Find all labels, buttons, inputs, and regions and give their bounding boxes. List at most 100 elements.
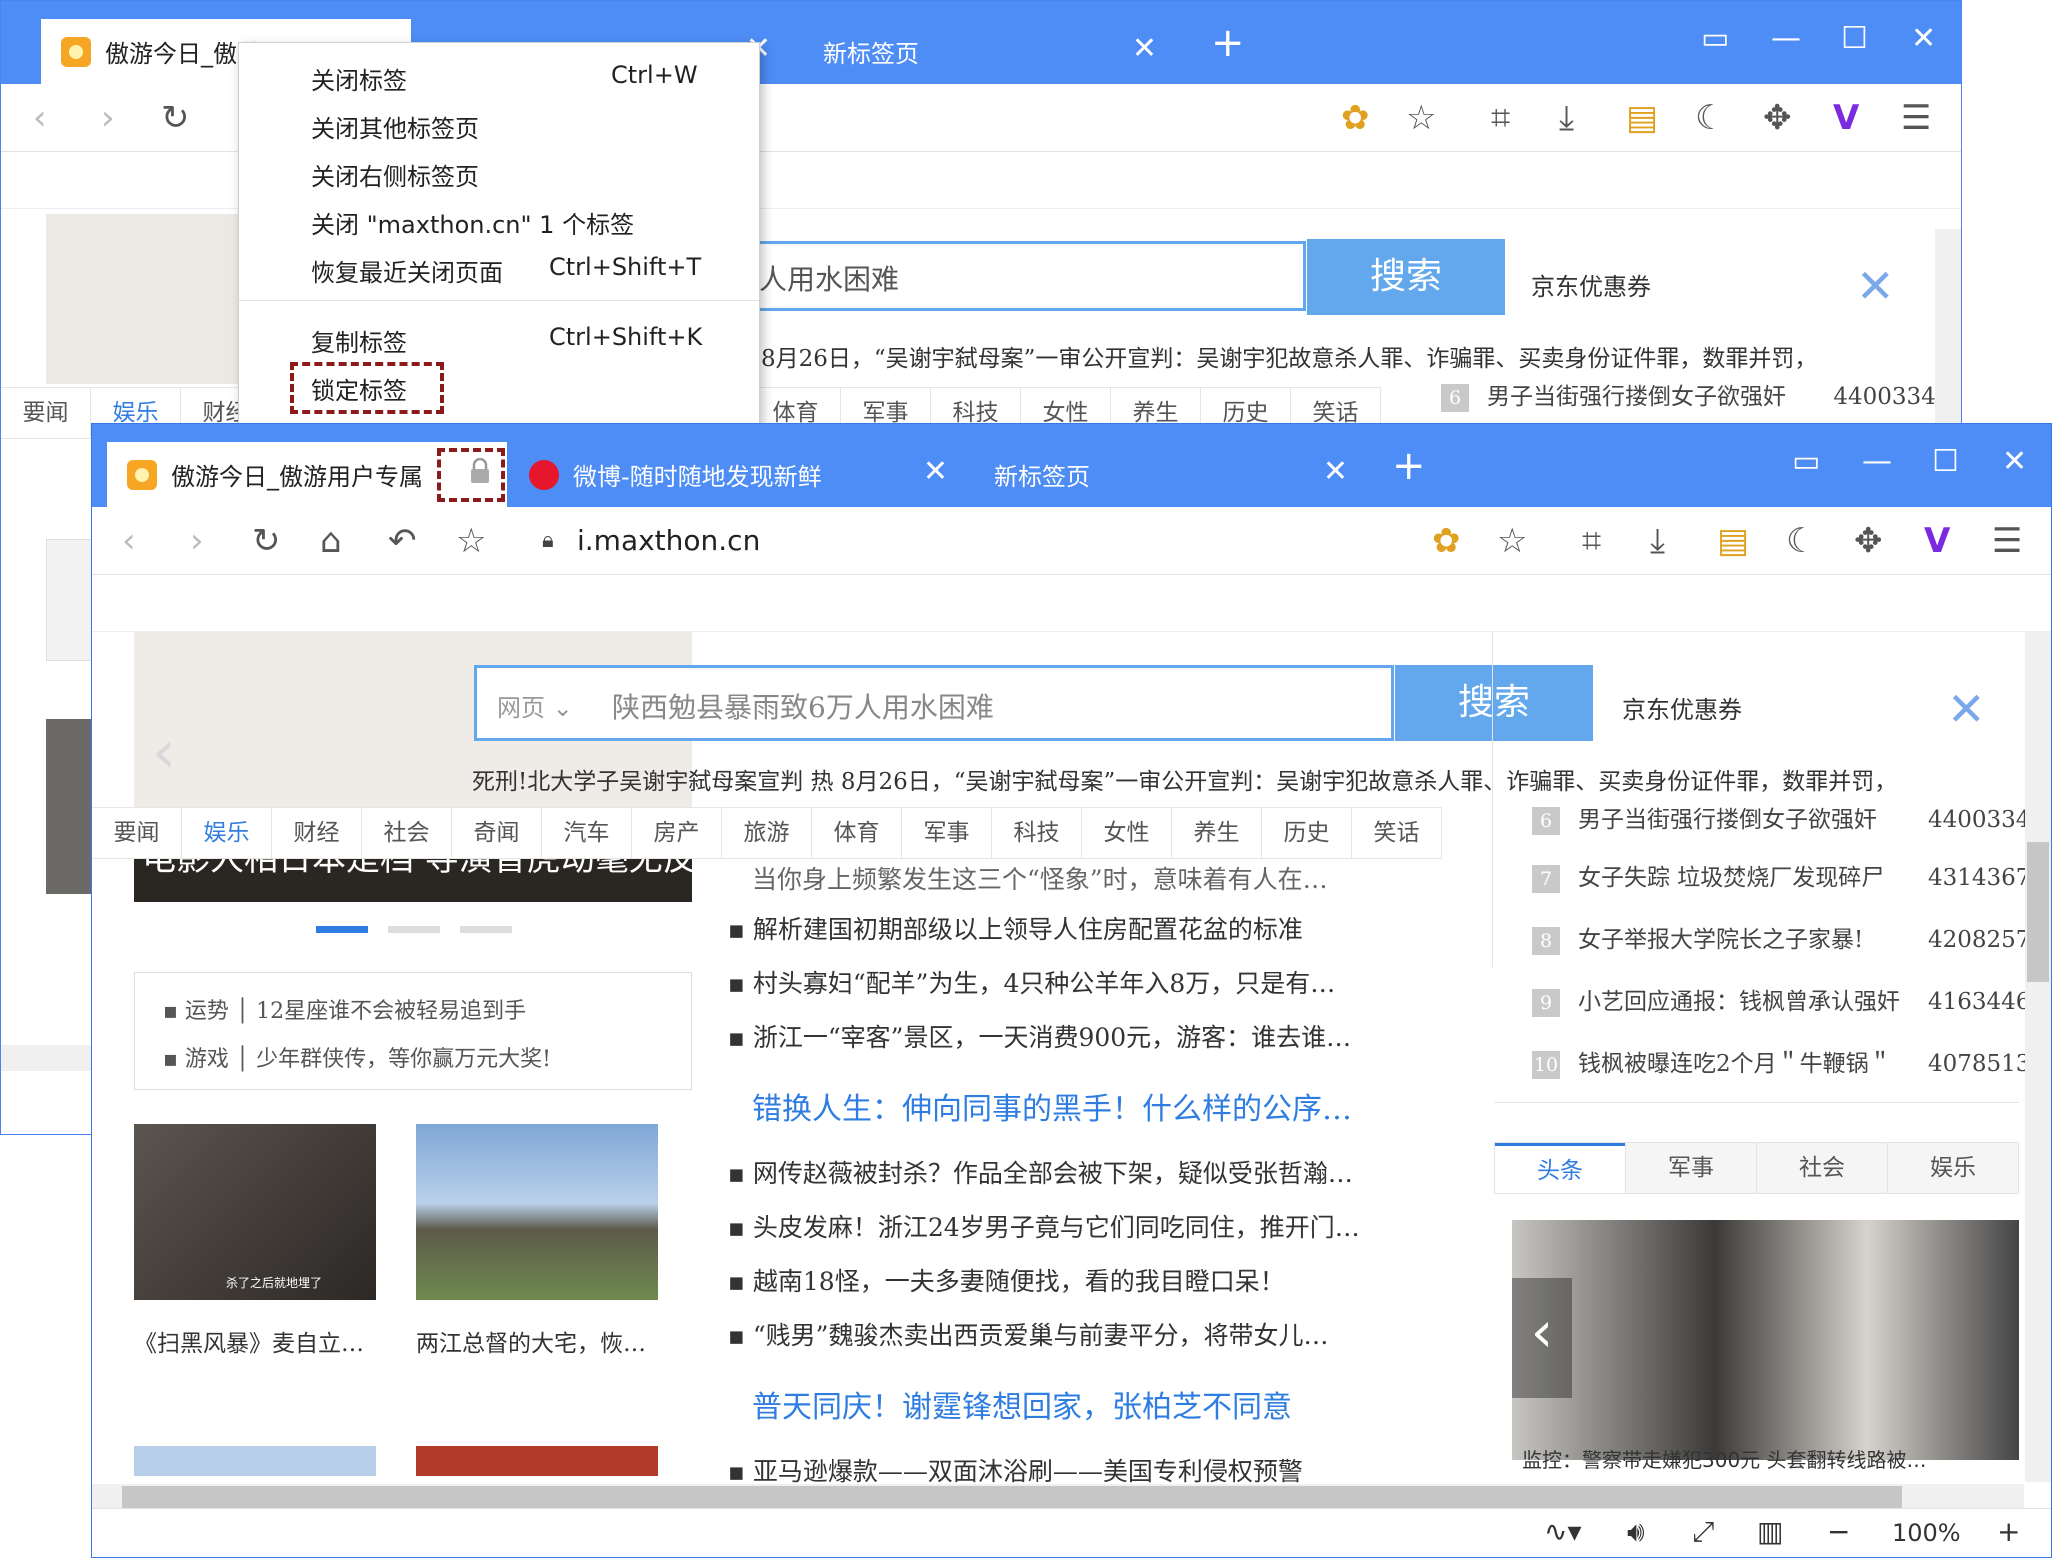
horizontal-scrollbar[interactable] [92,1484,2024,1510]
horizontal-scrollbar[interactable] [1,1045,91,1071]
news-item[interactable]: ▪ “贱男”魏骏杰卖出西贡爱巢与前妻平分，将带女儿… [728,1316,1328,1352]
fortune-item[interactable]: ▪ 游戏 │ 少年群侠传，等你赢万元大奖! [163,1041,551,1073]
scrollbar-thumb[interactable] [2027,842,2049,982]
side-tab-headline[interactable]: 头条 [1495,1143,1625,1193]
nav-item[interactable]: 笑话 [1352,808,1442,858]
thumbnail-caption[interactable]: 《扫黑风暴》麦自立… [134,1324,364,1358]
nav-item[interactable]: 科技 [992,808,1082,858]
zoom-level[interactable]: 100% [1892,1519,1961,1547]
slider-prev-icon[interactable]: ‹ [152,717,176,787]
menu-item-close-others[interactable]: 关闭其他标签页 [311,109,479,144]
nav-item[interactable]: 社会 [362,808,452,858]
ranking-item[interactable]: 9 小艺回应通报：钱枫曾承认强奸 4163446 [1532,982,2030,1017]
close-tab-icon[interactable]: ✕ [923,454,948,489]
fullscreen-icon[interactable]: ⤢ [1692,1515,1714,1549]
close-window-button[interactable]: ✕ [2002,444,2027,479]
ranking-item[interactable]: 10 钱枫被曝连吃2个月＂牛鞭锅＂ 4078513 [1532,1044,2030,1079]
bee-icon[interactable]: ✿ [1341,98,1370,138]
minimize-button[interactable]: — [1862,444,1892,479]
thumbnail-image[interactable] [416,1124,658,1300]
download-icon[interactable]: ⤓ [1559,98,1574,138]
news-item[interactable]: ▪ 头皮发麻！浙江24岁男子竟与它们同吃同住，推开门… [728,1208,1360,1244]
search-button[interactable]: 搜索 [1307,239,1505,315]
undo-close-icon[interactable]: ↶ [388,521,417,561]
menu-item-close-tab[interactable]: 关闭标签 Ctrl+W [311,61,741,96]
zoom-in-button[interactable]: + [1997,1515,2020,1548]
menu-item-close-right[interactable]: 关闭右侧标签页 [311,157,479,192]
extensions-icon[interactable]: ✥ [1854,521,1883,561]
speed-chart-icon[interactable]: ∿▾ [1544,1515,1582,1548]
nav-item[interactable]: 娱乐 [182,808,272,858]
side-news-image[interactable]: ‹ 监控：警察带走嫌犯300元 头套翻转线路被… [1512,1220,2019,1472]
star-icon[interactable]: ☆ [1406,98,1436,138]
close-icon[interactable]: ✕ [1947,682,1986,736]
slider-dot[interactable] [388,926,440,933]
nav-item[interactable]: 军事 [902,808,992,858]
nav-item[interactable]: 要闻 [1,388,91,438]
vip-icon[interactable]: V [1833,98,1859,138]
night-mode-icon[interactable]: ☾ [1786,521,1816,561]
star-icon[interactable]: ☆ [1497,521,1527,561]
reload-icon[interactable]: ↻ [161,98,190,138]
close-tab-icon[interactable]: ✕ [1132,31,1157,66]
nav-item[interactable]: 历史 [1262,808,1352,858]
screenshot-icon[interactable]: ⌗ [1582,521,1601,561]
back-icon[interactable]: ‹ [122,521,136,561]
nav-item[interactable]: 要闻 [92,808,182,858]
tab-new-back[interactable]: 新标签页 ✕ [801,19,1171,84]
ranking-item[interactable]: 6 男子当街强行搂倒女子欲强奸 4400334 [1441,377,1936,412]
scrollbar-thumb[interactable] [122,1486,1902,1508]
search-button[interactable]: 搜索 [1395,665,1593,741]
side-tab-society[interactable]: 社会 [1756,1143,1887,1193]
nav-item[interactable]: 旅游 [722,808,812,858]
menu-item-duplicate-tab[interactable]: 复制标签 Ctrl+Shift+K [311,323,741,358]
jd-coupon-label[interactable]: 京东优惠券 [1531,267,1651,302]
vip-icon[interactable]: V [1924,521,1950,561]
notes-icon[interactable]: ▤ [1626,98,1658,138]
close-tab-icon[interactable]: ✕ [1323,454,1348,489]
ranking-item[interactable]: 6 男子当街强行搂倒女子欲强奸 4400334 [1532,800,2030,835]
ranking-item[interactable]: 8 女子举报大学院长之子家暴! 4208257 [1532,920,2030,955]
close-window-button[interactable]: ✕ [1911,21,1936,56]
news-item[interactable]: 当你身上频繁发生这三个“怪象”时，意味着有人在… [752,860,1328,896]
notes-icon[interactable]: ▤ [1717,521,1749,561]
forward-icon[interactable]: › [101,98,115,138]
search-category-select[interactable]: 网页 ⌄ [497,688,573,723]
tab-weibo[interactable]: 微博-随时随地发现新鲜 ✕ [517,442,962,507]
minimize-button[interactable]: — [1771,21,1801,56]
nav-item[interactable]: 房产 [632,808,722,858]
vertical-scrollbar[interactable] [2025,632,2051,1482]
new-tab-button[interactable]: + [1211,23,1245,63]
download-icon[interactable]: ⤓ [1650,521,1665,561]
search-input[interactable]: 陕西勉县暴雨致6万人用水困难 [612,686,994,726]
thumbnail-image[interactable]: 杀了之后就地埋了 [134,1124,376,1300]
menu-icon[interactable]: ☰ [1901,98,1931,138]
news-item[interactable]: ▪ 越南18怪，一夫多妻随便找，看的我目瞪口呆！ [728,1262,1285,1298]
thumbnail-caption[interactable]: 两江总督的大宅，恢… [416,1324,646,1358]
volume-icon[interactable]: 🔊︎ [1627,1515,1645,1549]
menu-item-close-domain[interactable]: 关闭 "maxthon.cn" 1 个标签 [311,205,634,240]
split-view-icon[interactable]: ▥ [1757,1515,1783,1548]
bee-icon[interactable]: ✿ [1432,521,1461,561]
news-item[interactable]: ▪ 村头寡妇“配羊”为生，4只种公羊年入8万，只是有… [728,964,1335,1000]
night-mode-icon[interactable]: ☾ [1695,98,1725,138]
maximize-button[interactable]: ☐ [1841,21,1868,56]
menu-item-restore-closed[interactable]: 恢复最近关闭页面 Ctrl+Shift+T [311,253,741,288]
zoom-out-button[interactable]: − [1827,1515,1850,1548]
maximize-button[interactable]: ☐ [1932,444,1959,479]
side-tab-military[interactable]: 军事 [1625,1143,1756,1193]
nav-item[interactable]: 女性 [1082,808,1172,858]
slider-dot[interactable] [460,926,512,933]
sidebar-layout-icon[interactable]: ▭ [1792,444,1820,479]
menu-icon[interactable]: ☰ [1992,521,2022,561]
news-ticker[interactable]: 8月26日，“吴谢宇弑母案”一审公开宣判：吴谢宇犯故意杀人罪、诈骗罪、买卖身份证… [761,339,1817,373]
reload-icon[interactable]: ↻ [252,521,281,561]
headline-link[interactable]: 普天同庆！谢霆锋想回家，张柏芝不同意 [752,1382,1292,1426]
news-item[interactable]: ▪ 网传赵薇被封杀？作品全部会被下架，疑似受张哲瀚… [728,1154,1353,1190]
thumbnail-image[interactable] [134,1446,376,1476]
search-input[interactable]: 人用水困难 [756,241,1306,311]
nav-item[interactable]: 体育 [812,808,902,858]
thumbnail-image[interactable] [416,1446,658,1476]
nav-item[interactable]: 汽车 [542,808,632,858]
news-item[interactable]: ▪ 亚马逊爆款——双面沐浴刷——美国专利侵权预警 [728,1452,1303,1488]
